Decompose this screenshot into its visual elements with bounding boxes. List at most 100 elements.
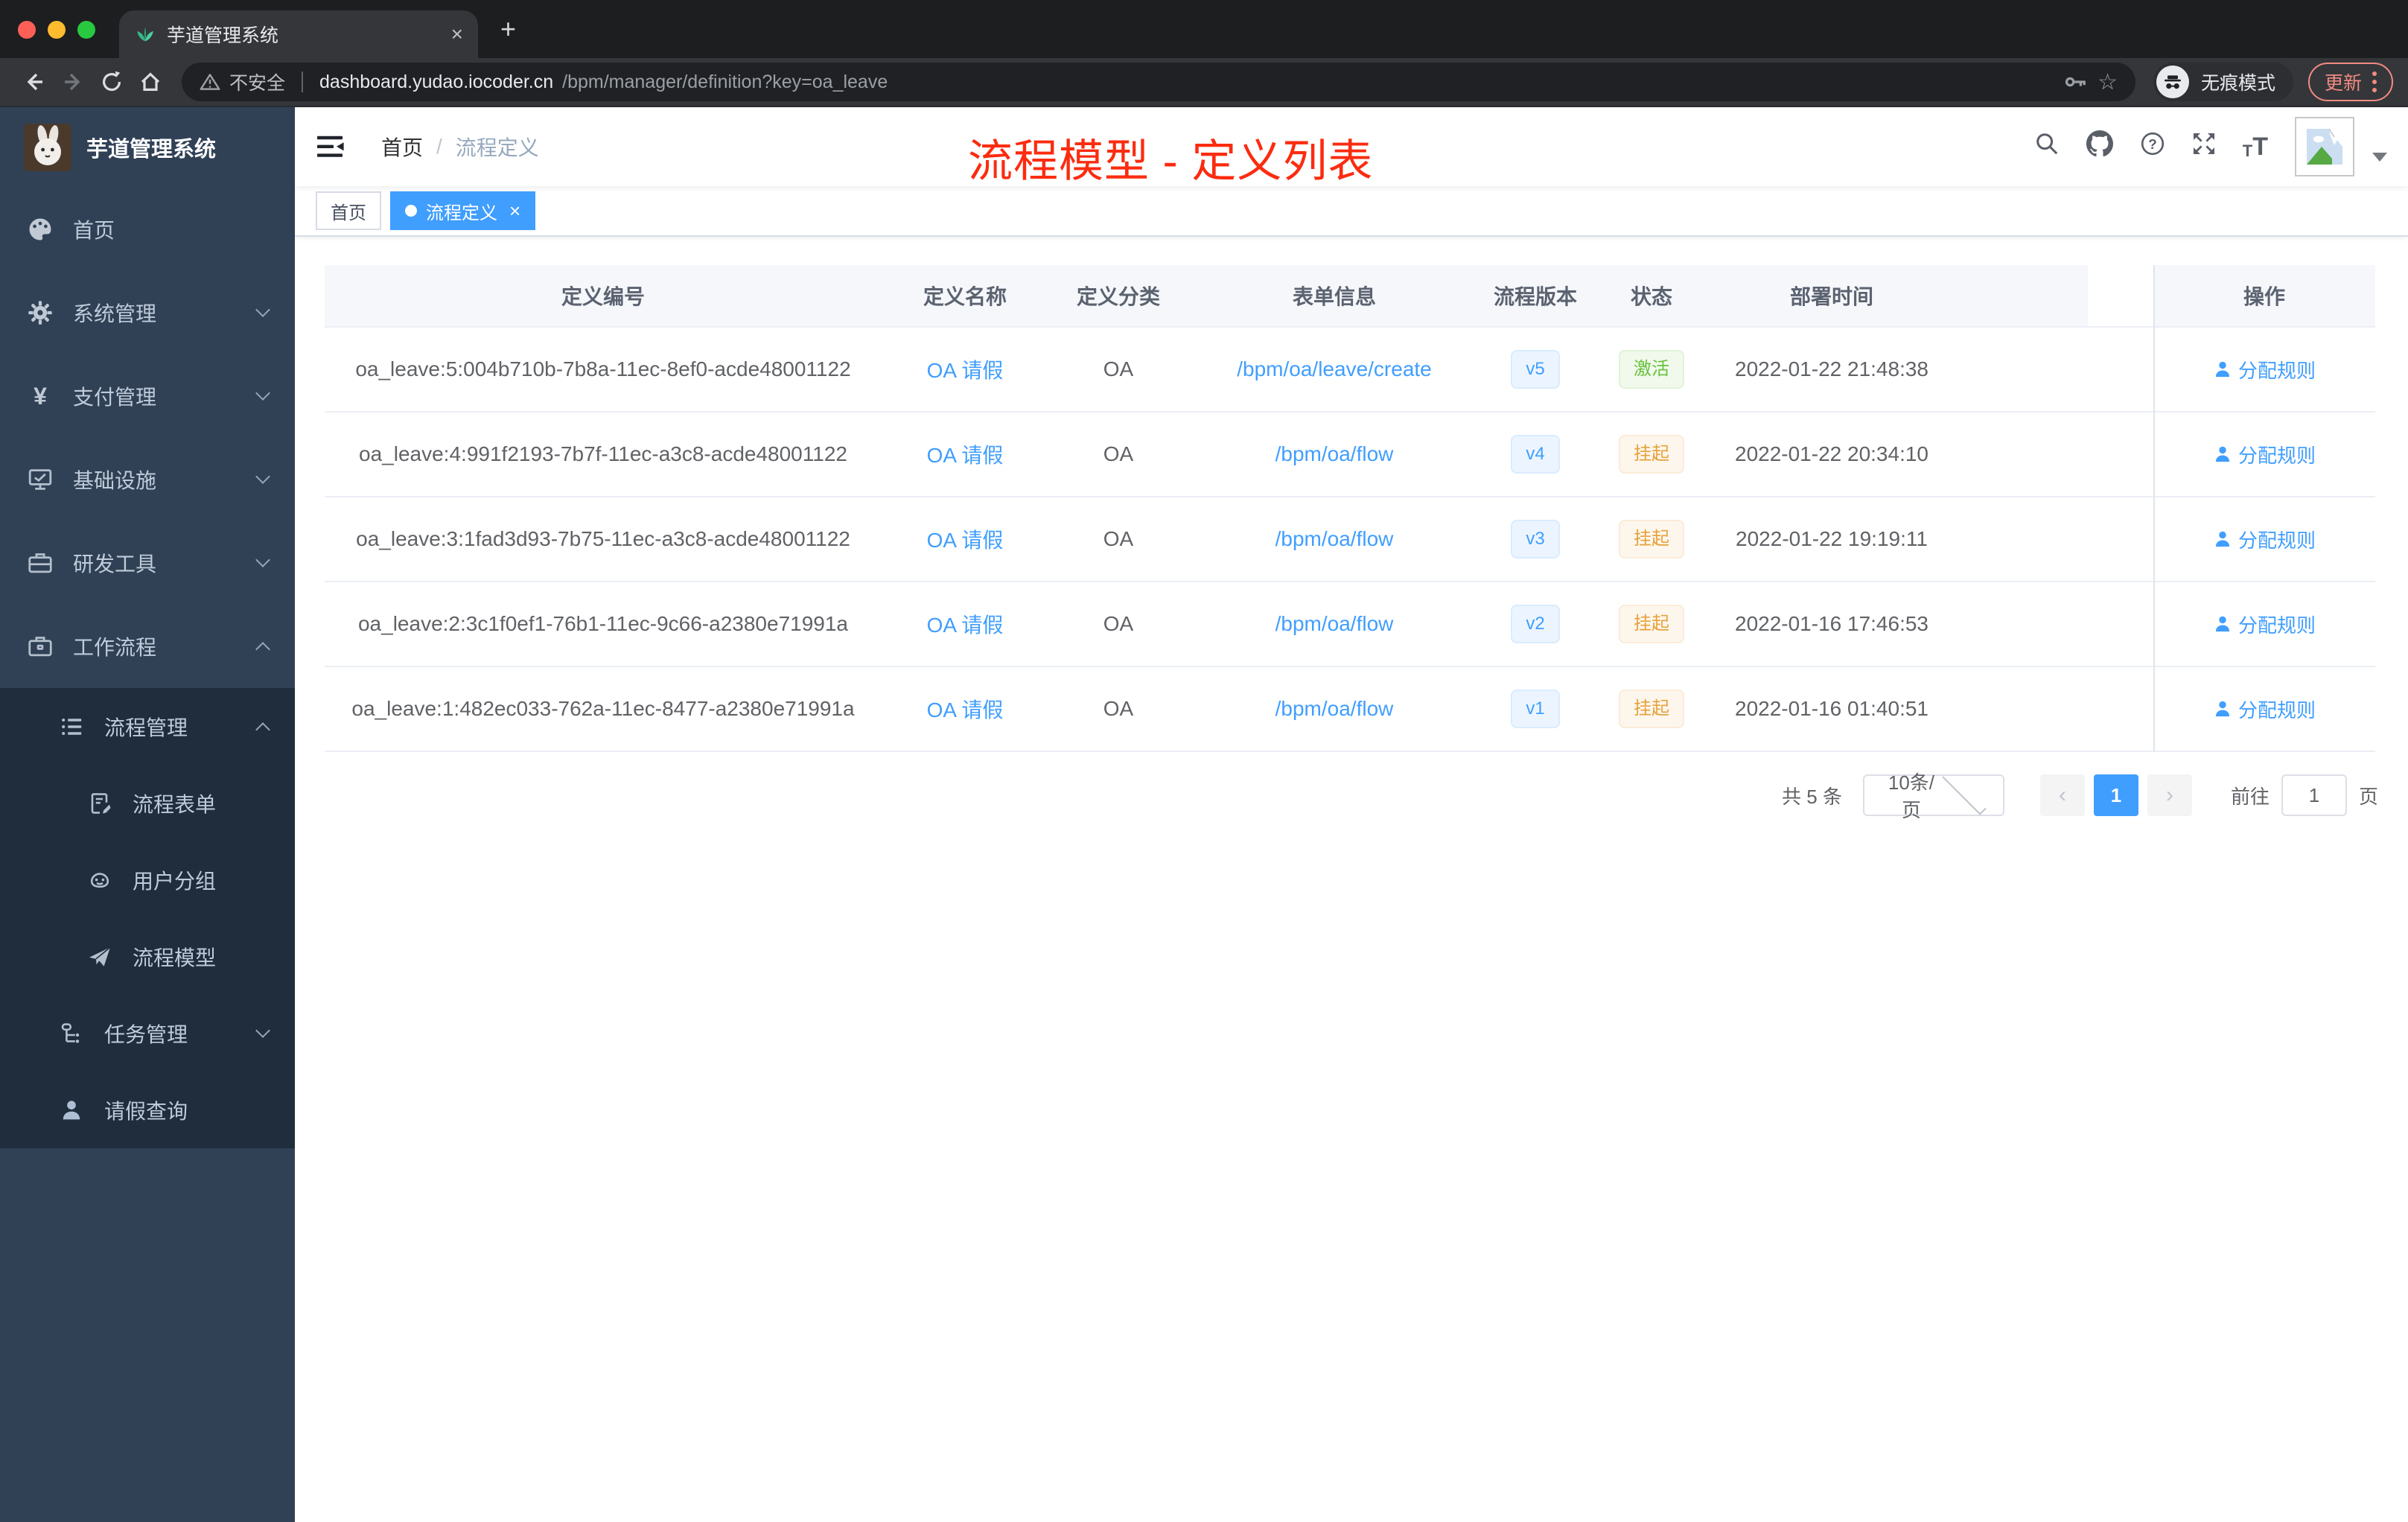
sidebar-item-process-manage[interactable]: 流程管理	[0, 688, 295, 765]
prev-page-button[interactable]: ‹	[2039, 774, 2085, 816]
omnibox-divider	[302, 71, 304, 92]
sidebar-item-system[interactable]: 系统管理	[0, 271, 295, 354]
sidebar-item-label: 支付管理	[73, 386, 157, 409]
close-window-button[interactable]	[18, 21, 36, 39]
sidebar-item-user-group[interactable]: 用户分组	[0, 841, 295, 918]
incognito-icon	[2156, 66, 2189, 98]
goto-prefix-label: 前往	[2230, 785, 2270, 808]
form-link[interactable]: /bpm/oa/flow	[1275, 697, 1394, 721]
form-link[interactable]: /bpm/oa/flow	[1275, 527, 1394, 551]
sidebar-item-devtools[interactable]: 研发工具	[0, 521, 295, 605]
address-bar[interactable]: 不安全 dashboard.yudao.iocoder.cn/bpm/manag…	[182, 63, 2135, 101]
assign-rule-button[interactable]: 分配规则	[2213, 611, 2316, 638]
table-row: oa_leave:2:3c1f0ef1-76b1-11ec-9c66-a2380…	[325, 582, 2375, 667]
form-link[interactable]: /bpm/oa/flow	[1275, 442, 1394, 466]
sidebar-item-task-manage[interactable]: 任务管理	[0, 995, 295, 1072]
version-badge: v2	[1511, 605, 1560, 643]
new-tab-button[interactable]: +	[500, 13, 516, 45]
font-size-icon[interactable]: TT	[2243, 134, 2268, 159]
minimize-window-button[interactable]	[48, 21, 66, 39]
document-edit-icon	[86, 792, 113, 815]
chevron-down-icon	[255, 553, 270, 567]
yen-icon: ¥	[34, 383, 47, 410]
person-icon	[2215, 531, 2230, 547]
tag-close-icon[interactable]: ×	[509, 201, 520, 220]
toolbox-icon	[27, 550, 54, 576]
sidebar-item-workflow[interactable]: 工作流程	[0, 605, 295, 688]
search-icon[interactable]	[2034, 131, 2060, 162]
main-area: 流程模型 - 定义列表 首页 / 流程定义 ? T T 首页 流程定义 × 定义…	[295, 107, 2408, 1522]
next-page-button[interactable]: ›	[2147, 774, 2192, 816]
gear-icon	[27, 300, 54, 325]
definition-name-link[interactable]: OA 请假	[927, 354, 1004, 384]
cell-definition-id: oa_leave:2:3c1f0ef1-76b1-11ec-9c66-a2380…	[357, 612, 848, 635]
sidebar-item-infrastructure[interactable]: 基础设施	[0, 438, 295, 521]
user-avatar-broken-image[interactable]	[2295, 117, 2354, 176]
assign-rule-button[interactable]: 分配规则	[2213, 695, 2316, 723]
security-warning-icon	[200, 74, 220, 90]
sidebar-item-label: 基础设施	[73, 469, 157, 492]
password-key-icon[interactable]	[2063, 69, 2089, 95]
assign-rule-button[interactable]: 分配规则	[2213, 526, 2316, 553]
tab-title: 芋道管理系统	[167, 25, 279, 46]
reload-button[interactable]	[92, 70, 131, 94]
pagination-total: 共 5 条	[1782, 785, 1842, 808]
goto-page-input[interactable]	[2281, 774, 2347, 816]
avatar-dropdown-caret-icon[interactable]	[2372, 153, 2387, 162]
github-icon[interactable]	[2086, 130, 2113, 163]
sidebar-item-label: 请假查询	[104, 1099, 188, 1123]
sidebar-item-process-model[interactable]: 流程模型	[0, 918, 295, 995]
goto-suffix-label: 页	[2358, 785, 2378, 808]
tag-home[interactable]: 首页	[316, 191, 381, 230]
definition-name-link[interactable]: OA 请假	[927, 609, 1004, 639]
chevron-down-icon	[255, 386, 270, 401]
browser-tab[interactable]: 芋道管理系统 ×	[119, 10, 478, 58]
cell-category: OA	[1103, 442, 1134, 465]
column-header: 定义名称	[882, 265, 1048, 326]
column-header-filler	[1951, 265, 2088, 326]
fullscreen-icon[interactable]	[2192, 132, 2216, 162]
sidebar-item-leave-query[interactable]: 请假查询	[0, 1072, 295, 1148]
sidebar-item-label: 用户分组	[133, 869, 217, 893]
back-button[interactable]	[15, 70, 54, 94]
assign-rule-button[interactable]: 分配规则	[2213, 441, 2316, 468]
page-number-current[interactable]: 1	[2093, 774, 2138, 816]
breadcrumb-separator: /	[436, 135, 442, 158]
sidebar-item-process-form[interactable]: 流程表单	[0, 765, 295, 841]
version-badge: v5	[1511, 350, 1560, 389]
sidebar-collapse-icon[interactable]	[295, 136, 366, 158]
browser-update-menu-button[interactable]: 更新	[2307, 63, 2393, 101]
cell-definition-id: oa_leave:4:991f2193-7b7f-11ec-a3c8-acde4…	[359, 442, 847, 465]
definition-name-link[interactable]: OA 请假	[927, 524, 1004, 554]
sidebar-item-home[interactable]: 首页	[0, 188, 295, 271]
assign-rule-button[interactable]: 分配规则	[2213, 356, 2316, 383]
bookmark-star-icon[interactable]: ☆	[2098, 69, 2118, 95]
pagination: 共 5 条 10条/页 ‹ 1 › 前往 页	[325, 771, 2378, 821]
paper-plane-icon	[86, 945, 113, 969]
form-link[interactable]: /bpm/oa/leave/create	[1237, 357, 1432, 381]
definition-name-link[interactable]: OA 请假	[927, 439, 1004, 469]
security-label: 不安全	[229, 73, 286, 94]
url-path: /bpm/manager/definition?key=oa_leave	[562, 71, 888, 92]
person-icon	[2215, 446, 2230, 462]
incognito-badge: 无痕模式	[2153, 63, 2293, 101]
macos-window-controls[interactable]	[18, 21, 95, 39]
person-icon	[2215, 701, 2230, 717]
tab-close-icon[interactable]: ×	[451, 24, 463, 45]
cell-deploy-time: 2022-01-16 01:40:51	[1735, 697, 1928, 720]
column-header: 操作	[2153, 265, 2375, 326]
version-badge: v4	[1511, 435, 1560, 474]
app-logo-avatar	[24, 124, 71, 171]
form-link[interactable]: /bpm/oa/flow	[1275, 612, 1394, 636]
maximize-window-button[interactable]	[77, 21, 95, 39]
help-icon[interactable]: ?	[2140, 131, 2165, 162]
sidebar-logo-row[interactable]: 芋道管理系统	[0, 107, 295, 188]
table-row: oa_leave:3:1fad3d93-7b75-11ec-a3c8-acde4…	[325, 497, 2375, 582]
home-button[interactable]	[131, 70, 170, 94]
sidebar-item-payment[interactable]: ¥ 支付管理	[0, 354, 295, 438]
definition-name-link[interactable]: OA 请假	[927, 694, 1004, 724]
forward-button[interactable]	[54, 70, 92, 94]
page-size-select[interactable]: 10条/页	[1862, 771, 2004, 821]
breadcrumb-home[interactable]: 首页	[381, 132, 423, 162]
tag-process-definition[interactable]: 流程定义 ×	[390, 191, 536, 230]
